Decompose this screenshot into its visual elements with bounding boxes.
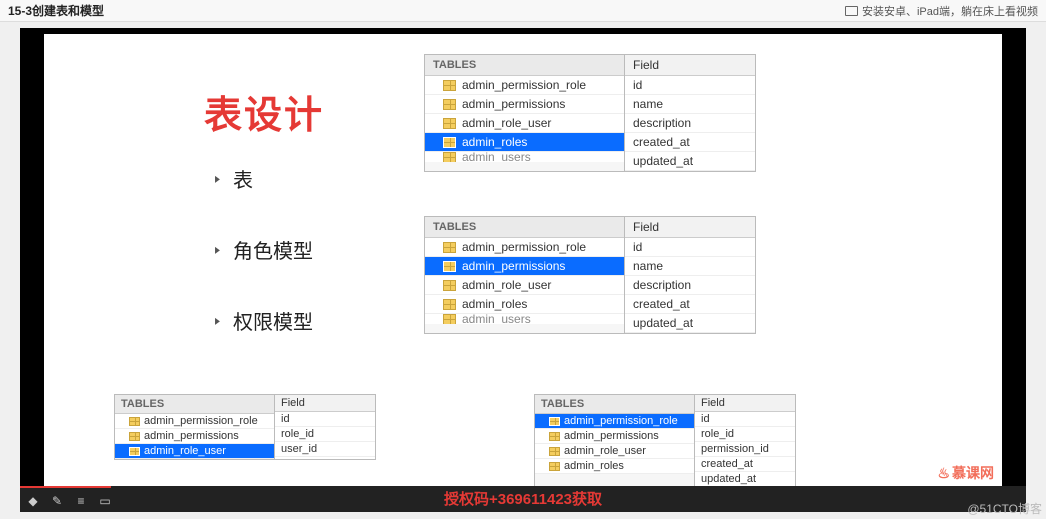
list-icon[interactable]: ≡ [74,494,88,508]
table-row[interactable]: admin_role_user [425,276,624,295]
table-icon [549,462,560,471]
tables-header: TABLES [115,395,274,414]
progress-bar[interactable] [20,486,111,488]
bullet-list: 表 角色模型 权限模型 [214,164,313,377]
field-row: updated_at [625,152,755,171]
field-row: description [625,276,755,295]
field-row: id [695,412,795,427]
bookmark-icon[interactable]: ◆ [26,494,40,508]
field-row: role_id [695,427,795,442]
table-row[interactable]: admin_permission_role [115,414,274,429]
field-row: name [625,95,755,114]
table-icon [443,242,456,253]
table-row-selected[interactable]: admin_permission_role [535,414,694,429]
table-row[interactable]: admin_users [425,152,624,162]
table-row[interactable]: admin_users [425,314,624,324]
fields-column: Field id role_id permission_id created_a… [695,395,795,486]
field-row: permission_id [695,442,795,457]
fields-column: Field id role_id user_id [275,395,375,459]
db-panel-role-user: TABLES admin_permission_role admin_permi… [114,394,376,460]
table-icon [443,299,456,310]
field-row: id [625,238,755,257]
video-frame: 表设计 表 角色模型 权限模型 TABLES admin_permission_… [20,28,1026,512]
fields-header: Field [275,395,375,412]
table-row-selected[interactable]: admin_role_user [115,444,274,459]
table-row-selected[interactable]: admin_roles [425,133,624,152]
tables-header: TABLES [425,55,624,76]
page-header: 15-3创建表和模型 安装安卓、iPad端，躺在床上看视频 [0,0,1046,22]
fields-column: Field id name description created_at upd… [625,217,755,333]
field-row: updated_at [625,314,755,333]
tables-header: TABLES [535,395,694,414]
slide-title: 表设计 [204,84,324,139]
field-row: user_id [275,442,375,457]
fields-column: Field id name description created_at upd… [625,55,755,171]
table-icon [129,447,140,456]
table-icon [549,417,560,426]
db-panel-roles: TABLES admin_permission_role admin_permi… [424,54,756,172]
table-row[interactable]: admin_permissions [115,429,274,444]
field-row: name [625,257,755,276]
table-icon [443,314,456,324]
table-icon [443,118,456,129]
table-icon [129,417,140,426]
table-row[interactable]: admin_role_user [425,114,624,133]
field-row: id [275,412,375,427]
slide-content: 表设计 表 角色模型 权限模型 TABLES admin_permission_… [44,34,1002,486]
page-watermark: @51CTO博客 [967,500,1042,517]
table-icon [443,137,456,148]
table-row[interactable]: admin_roles [535,459,694,474]
db-panel-permissions: TABLES admin_permission_role admin_permi… [424,216,756,334]
table-icon [443,80,456,91]
field-row: description [625,114,755,133]
expand-icon[interactable]: ▭ [98,494,112,508]
tables-column: TABLES admin_permission_role admin_permi… [425,217,625,333]
player-controls: ◆ ✎ ≡ ▭ [26,494,112,508]
field-row: created_at [695,457,795,472]
db-panel-permission-role: TABLES admin_permission_role admin_permi… [534,394,796,486]
bullet-item: 角色模型 [214,235,313,264]
table-row[interactable]: admin_permissions [535,429,694,444]
table-icon [549,432,560,441]
tablet-icon [845,6,858,16]
tables-header: TABLES [425,217,624,238]
flame-icon: ♨ [937,465,950,482]
field-row: role_id [275,427,375,442]
table-row[interactable]: admin_roles [425,295,624,314]
tables-column: TABLES admin_permission_role admin_permi… [115,395,275,459]
brand-watermark: ♨ 慕课网 [937,463,994,483]
tables-column: TABLES admin_permission_role admin_permi… [535,395,695,486]
table-icon [443,99,456,110]
tables-column: TABLES admin_permission_role admin_permi… [425,55,625,171]
table-row[interactable]: admin_role_user [535,444,694,459]
field-row: id [625,76,755,95]
field-row: created_at [625,295,755,314]
table-row-selected[interactable]: admin_permissions [425,257,624,276]
field-row: created_at [625,133,755,152]
fields-header: Field [625,217,755,238]
edit-icon[interactable]: ✎ [50,494,64,508]
table-row[interactable]: admin_permission_role [425,76,624,95]
field-row: updated_at [695,472,795,486]
page-title: 15-3创建表和模型 [8,2,104,19]
table-row[interactable]: admin_permission_role [425,238,624,257]
table-icon [549,447,560,456]
table-icon [443,152,456,162]
table-row[interactable]: admin_permissions [425,95,624,114]
fields-header: Field [625,55,755,76]
bullet-item: 权限模型 [214,306,313,335]
table-icon [443,280,456,291]
install-hint[interactable]: 安装安卓、iPad端，躺在床上看视频 [845,3,1038,19]
auth-text: 授权码+369611423获取 [444,488,602,509]
bullet-item: 表 [214,164,313,193]
fields-header: Field [695,395,795,412]
table-icon [443,261,456,272]
player-bar: ◆ ✎ ≡ ▭ 授权码+369611423获取 [20,486,1026,512]
table-icon [129,432,140,441]
